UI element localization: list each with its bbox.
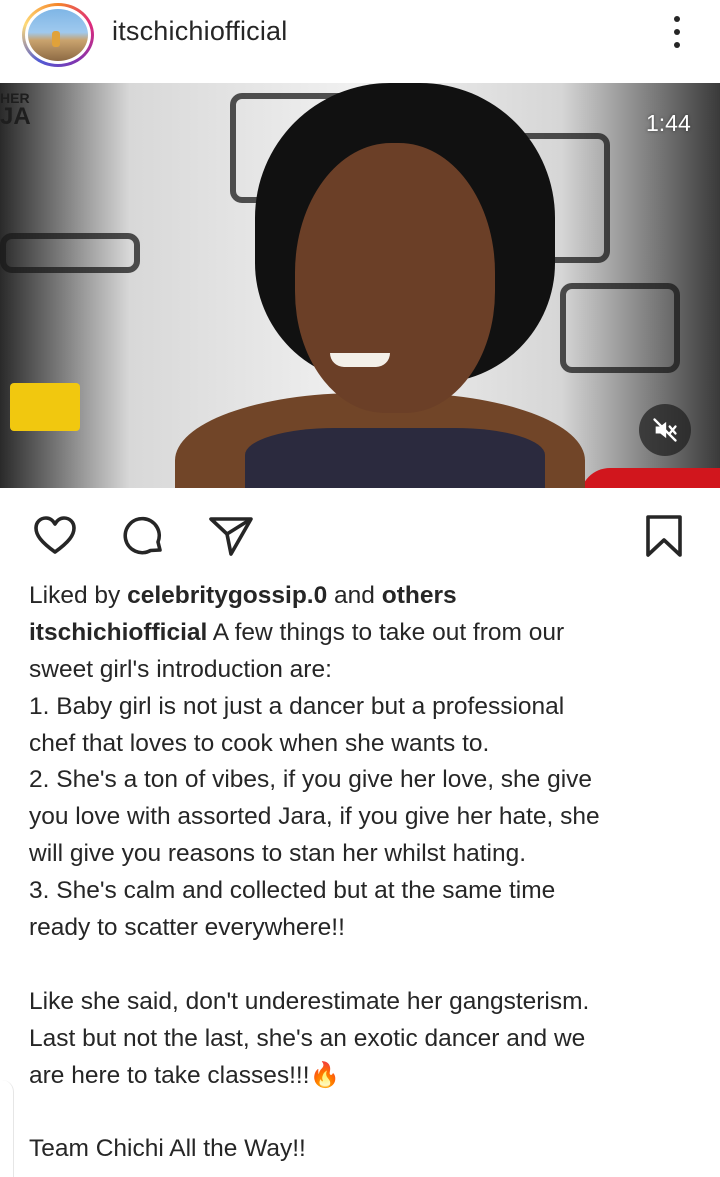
liked-by-user[interactable]: celebritygossip.0	[127, 582, 327, 609]
scroll-edge	[0, 1080, 14, 1177]
speaker-muted-icon[interactable]	[639, 404, 691, 456]
caption-line: sweet girl's introduction are:	[29, 655, 332, 683]
liked-by: Liked by celebritygossip.0 and others	[29, 582, 457, 609]
bookmark-icon[interactable]	[640, 512, 688, 560]
caption-line: Last but not the last, she's an exotic d…	[29, 1024, 586, 1052]
comment-icon[interactable]	[120, 512, 168, 560]
caption-line: 2. She's a ton of vibes, if you give her…	[29, 766, 593, 794]
post-video[interactable]: HER JA 1:44	[0, 83, 720, 488]
broadcast-logo: HER JA	[0, 90, 31, 130]
caption-line: Team Chichi All the Way!!	[29, 1135, 306, 1163]
caption-line: 3. She's calm and collected but at the s…	[29, 877, 556, 905]
caption-line: 1. Baby girl is not just a dancer but a …	[29, 692, 565, 720]
caption-line: chef that loves to cook when she wants t…	[29, 729, 490, 757]
caption-line: itschichiofficial A few things to take o…	[29, 618, 565, 646]
avatar	[28, 9, 88, 61]
send-icon[interactable]	[207, 512, 255, 560]
caption-line: Like she said, don't underestimate her g…	[29, 987, 590, 1015]
video-timestamp: 1:44	[646, 110, 691, 136]
liked-by-others[interactable]: others	[382, 582, 457, 609]
post-header: itschichiofficial	[0, 0, 720, 82]
username[interactable]: itschichiofficial	[112, 16, 287, 47]
caption-line: will give you reasons to stan her whilst…	[29, 840, 527, 868]
more-options-icon[interactable]	[662, 12, 692, 52]
heart-icon[interactable]	[31, 512, 79, 560]
caption-line: you love with assorted Jara, if you give…	[29, 803, 600, 831]
caption-line: are here to take classes!!!🔥	[29, 1061, 341, 1089]
post-actions-bar	[0, 488, 720, 578]
caption-author[interactable]: itschichiofficial	[29, 619, 207, 646]
post-caption: Liked by celebritygossip.0 and others it…	[29, 578, 699, 1168]
story-ring[interactable]	[22, 3, 94, 67]
caption-line: ready to scatter everywhere!!	[29, 914, 345, 942]
